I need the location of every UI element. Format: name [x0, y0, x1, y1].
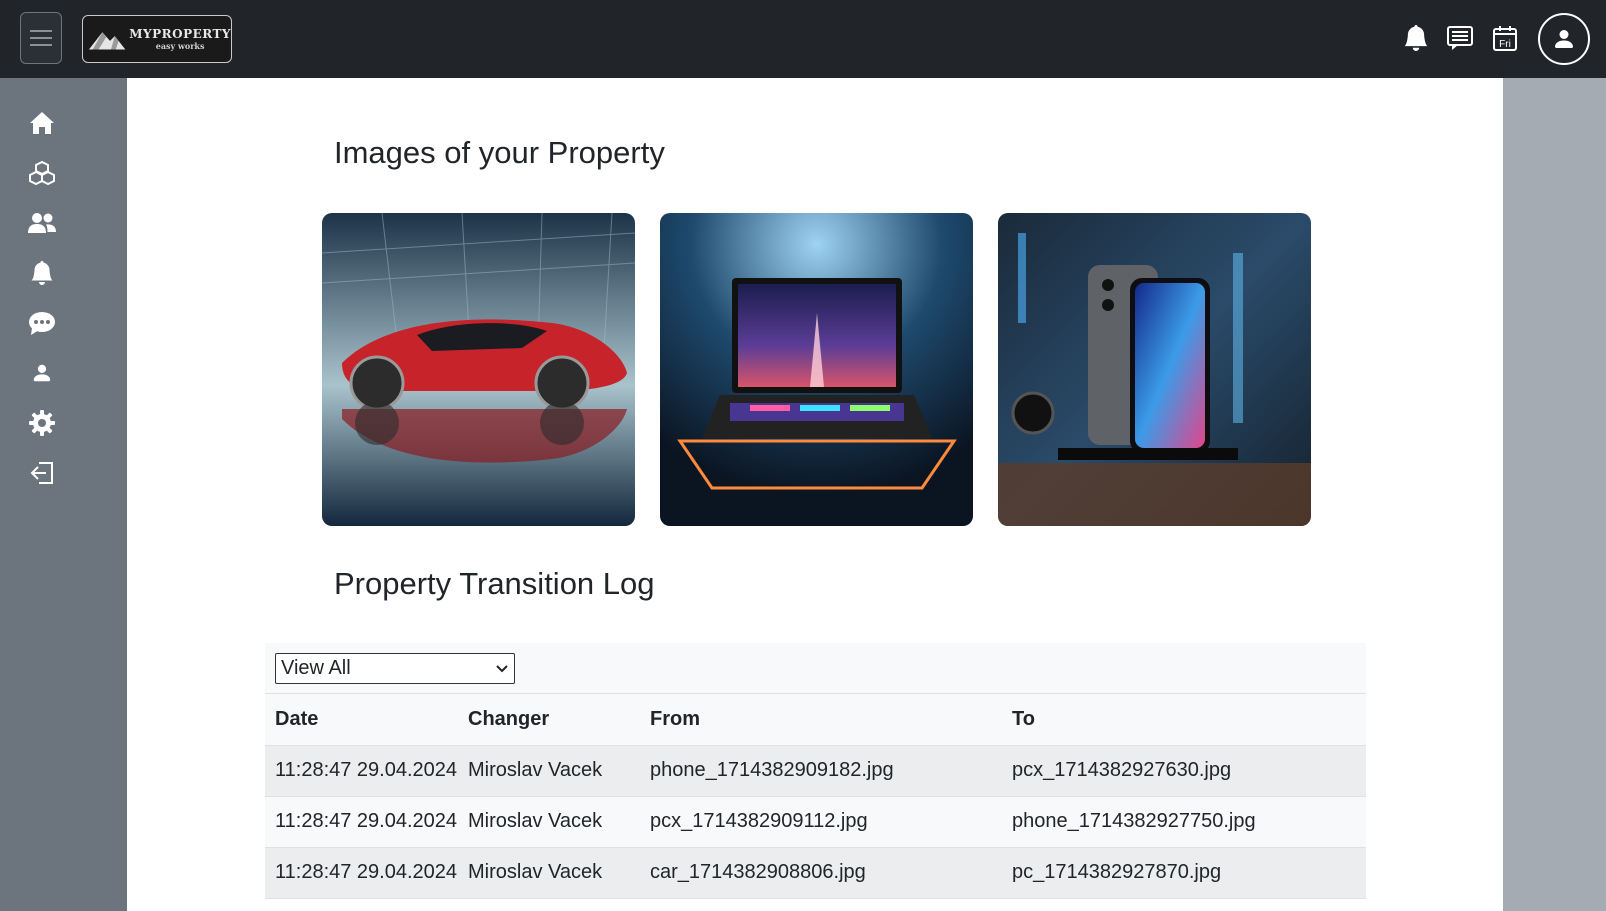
gear-icon [29, 410, 55, 436]
cell-changer: Miroslav Vacek [458, 796, 640, 848]
log-filter-bar: View All [265, 643, 1366, 694]
cell-date: 11:28:47 29.04.2024 [265, 796, 458, 848]
cell-to: phone_1714382927750.jpg [1002, 796, 1366, 848]
cell-from: car_1714382908806.jpg [640, 847, 1002, 899]
property-image-phone[interactable] [998, 213, 1311, 526]
chevron-down-icon [496, 664, 508, 672]
calendar-icon: Fri [1493, 26, 1517, 51]
menu-icon-bar [30, 44, 52, 46]
menu-toggle-button[interactable] [20, 12, 62, 64]
cell-date: 11:28:47 29.04.2024 [265, 745, 458, 797]
transition-log: View All Date Changer From To 11:28:47 2… [265, 643, 1366, 899]
logout-icon [30, 462, 53, 484]
person-icon [33, 364, 51, 382]
bell-icon [31, 260, 53, 285]
sidebar-item-notifications[interactable] [27, 258, 57, 288]
menu-icon-bar [30, 37, 52, 39]
bell-icon [1404, 24, 1428, 51]
log-header-row: Date Changer From To [265, 694, 1366, 746]
cell-to: pc_1714382927870.jpg [1002, 847, 1366, 899]
sidebar [0, 78, 127, 911]
people-icon [28, 213, 56, 233]
log-table: Date Changer From To 11:28:47 29.04.2024… [265, 694, 1366, 899]
column-header-from: From [640, 694, 1002, 746]
boxes-icon [29, 160, 55, 186]
log-filter-select[interactable]: View All [275, 653, 515, 684]
messages-button[interactable] [1444, 22, 1476, 54]
cell-from: pcx_1714382909112.jpg [640, 796, 1002, 848]
user-icon [1555, 30, 1573, 48]
car-image [322, 213, 635, 526]
column-header-date: Date [265, 694, 458, 746]
notifications-button[interactable] [1400, 22, 1432, 54]
calendar-button[interactable]: Fri [1489, 22, 1521, 54]
sidebar-item-home[interactable] [27, 108, 57, 138]
brand-title: MYPROPERTY [129, 27, 231, 41]
sidebar-item-chat[interactable] [27, 308, 57, 338]
sidebar-item-settings[interactable] [27, 408, 57, 438]
column-header-to: To [1002, 694, 1366, 746]
sidebar-item-logout[interactable] [27, 458, 57, 488]
sidebar-item-properties[interactable] [27, 158, 57, 188]
chat-icon [29, 312, 55, 335]
menu-icon-bar [30, 30, 52, 32]
home-icon [30, 112, 54, 134]
calendar-day-label: Fri [1499, 39, 1511, 50]
table-row: 11:28:47 29.04.2024 Miroslav Vacek phone… [265, 745, 1366, 797]
property-image-car[interactable] [322, 213, 635, 526]
top-navbar: MYPROPERTY easy works Fri [0, 0, 1606, 78]
cell-changer: Miroslav Vacek [458, 745, 640, 797]
cell-from: phone_1714382909182.jpg [640, 745, 1002, 797]
main-content: Images of your Property Property Transit… [127, 78, 1503, 911]
cell-changer: Miroslav Vacek [458, 847, 640, 899]
mountain-logo-icon [88, 32, 126, 50]
column-header-changer: Changer [458, 694, 640, 746]
sidebar-item-people[interactable] [27, 208, 57, 238]
log-title: Property Transition Log [334, 566, 655, 601]
table-row: 11:28:47 29.04.2024 Miroslav Vacek car_1… [265, 847, 1366, 899]
messages-icon [1447, 26, 1473, 50]
cell-date: 11:28:47 29.04.2024 [265, 847, 458, 899]
table-row: 11:28:47 29.04.2024 Miroslav Vacek pcx_1… [265, 796, 1366, 848]
sidebar-item-profile[interactable] [27, 358, 57, 388]
user-profile-button[interactable] [1538, 13, 1590, 65]
laptop-image [660, 213, 973, 526]
brand-subtitle: easy works [155, 41, 205, 51]
brand-logo[interactable]: MYPROPERTY easy works [82, 15, 232, 63]
log-filter-value: View All [281, 657, 351, 679]
cell-to: pcx_1714382927630.jpg [1002, 745, 1366, 797]
gallery-title: Images of your Property [334, 135, 665, 170]
property-image-laptop[interactable] [660, 213, 973, 526]
phone-image [998, 213, 1311, 526]
